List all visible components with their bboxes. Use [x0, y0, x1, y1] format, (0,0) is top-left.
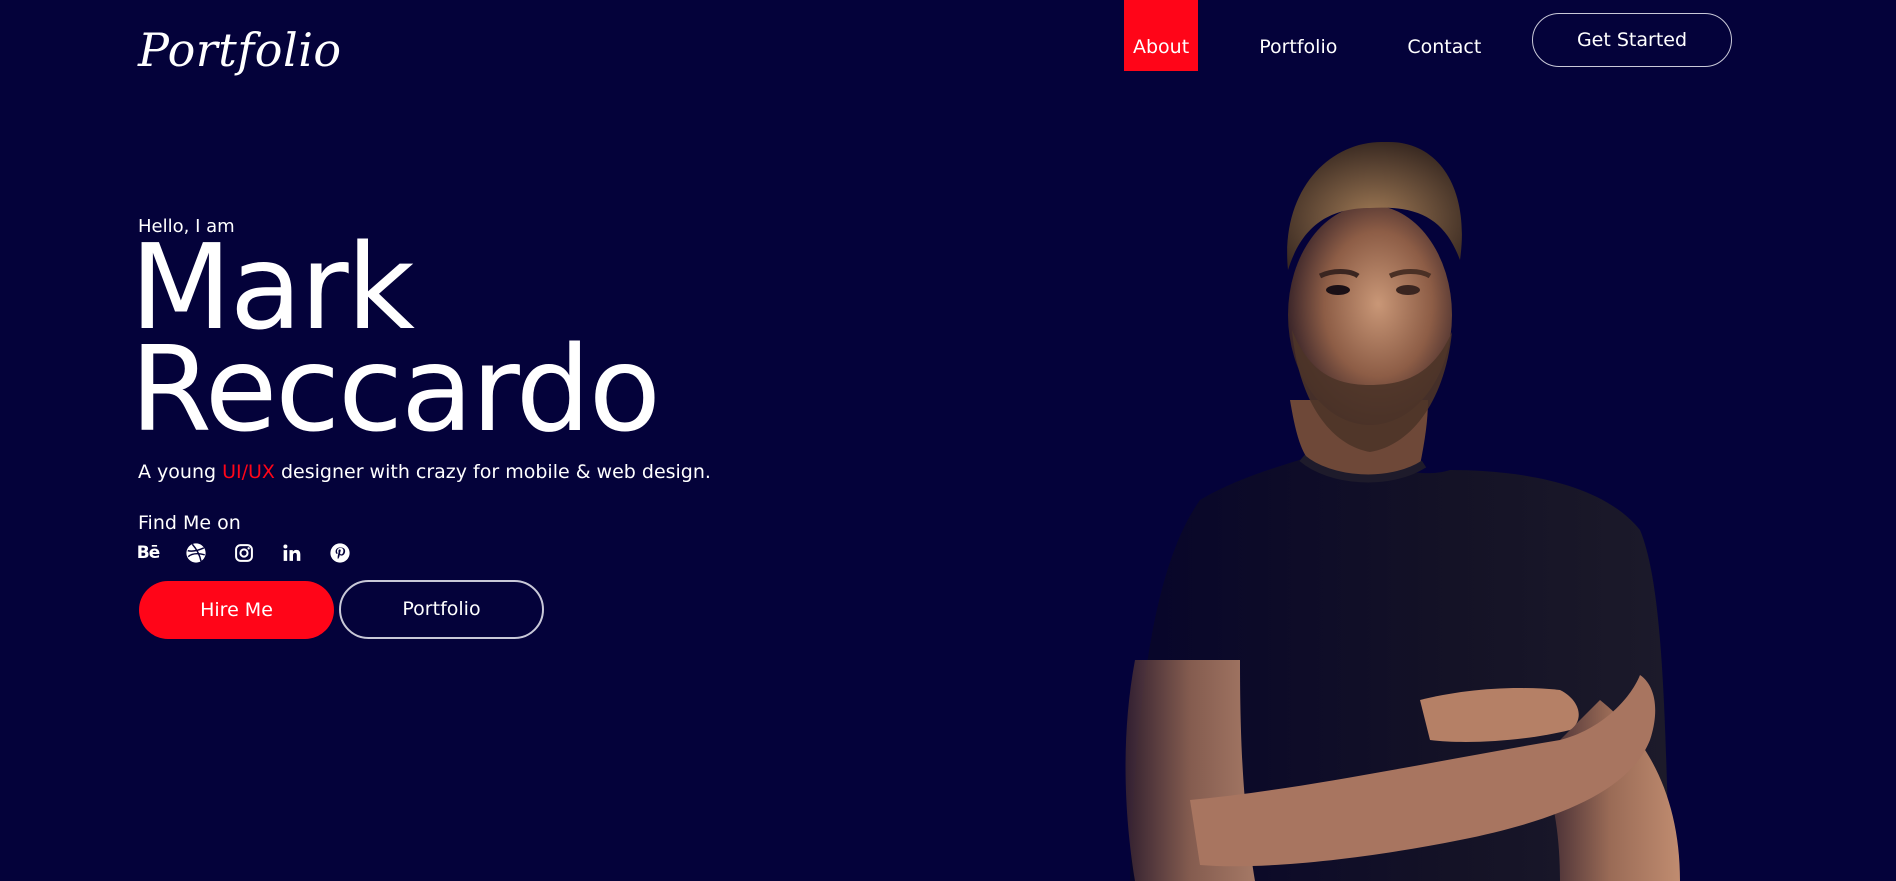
- instagram-icon[interactable]: [232, 541, 256, 565]
- hero-name: Mark Reccardo: [130, 228, 661, 458]
- get-started-button[interactable]: Get Started: [1532, 13, 1732, 67]
- main-nav: About Portfolio Contact: [1124, 0, 1490, 71]
- social-links: Bē: [136, 541, 376, 565]
- portrait-image: [1125, 141, 1680, 881]
- nav-item-contact[interactable]: Contact: [1398, 0, 1490, 71]
- find-me-label: Find Me on: [138, 512, 241, 534]
- behance-icon-text: Bē: [136, 543, 160, 563]
- hero-last-name: Reccardo: [130, 320, 661, 458]
- pinterest-icon[interactable]: [328, 541, 352, 565]
- landing-page: Portfolio About Portfolio Contact Get St…: [0, 0, 1896, 881]
- tagline-after: designer with crazy for mobile & web des…: [274, 461, 711, 483]
- portfolio-button[interactable]: Portfolio: [339, 580, 544, 639]
- tagline-before: A young: [138, 461, 223, 483]
- tagline: A young UI/UX designer with crazy for mo…: [138, 461, 711, 483]
- behance-icon[interactable]: Bē: [136, 541, 160, 565]
- tagline-accent: UI/UX: [222, 461, 275, 483]
- nav-item-portfolio[interactable]: Portfolio: [1250, 0, 1346, 71]
- dribbble-icon[interactable]: [184, 541, 208, 565]
- logo[interactable]: Portfolio: [138, 14, 342, 86]
- linkedin-icon[interactable]: [280, 541, 304, 565]
- hire-me-button[interactable]: Hire Me: [139, 581, 334, 639]
- nav-item-about[interactable]: About: [1124, 0, 1199, 71]
